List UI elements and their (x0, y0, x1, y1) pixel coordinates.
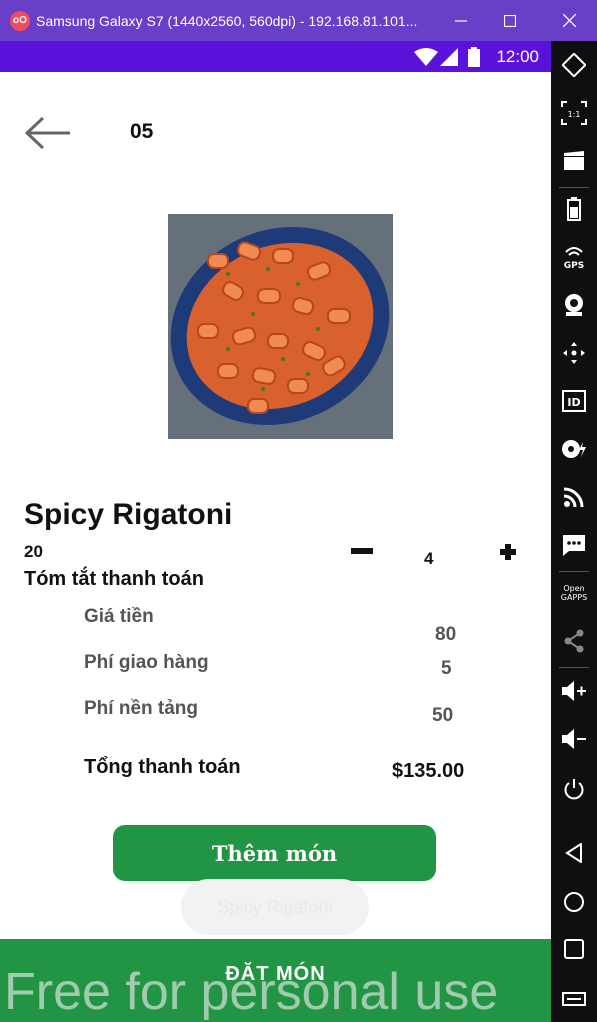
app-logo-icon: oO (10, 10, 30, 31)
volume-up-icon[interactable] (551, 671, 597, 711)
svg-text:ID: ID (567, 396, 580, 409)
wifi-icon (414, 48, 438, 66)
total-label: Tổng thanh toán (84, 756, 241, 778)
status-bar: 12:00 (0, 41, 551, 72)
volume-down-icon[interactable] (551, 719, 597, 759)
toast-message: Spicy Rigatoni (181, 879, 369, 935)
opengapps-icon[interactable]: Open GAPPS (551, 573, 597, 613)
quantity-value: 4 (424, 549, 434, 568)
app-screen: 05 Spicy Rigatoni 20 4 Tóm tắt thanh toá… (0, 72, 551, 1022)
video-icon[interactable] (551, 141, 597, 181)
toolbar-divider (559, 667, 589, 668)
back-arrow-icon[interactable] (24, 116, 72, 155)
maximize-icon[interactable] (487, 0, 533, 41)
share-icon[interactable] (551, 621, 597, 661)
move-icon[interactable] (551, 333, 597, 373)
fullscreen-icon[interactable]: 1:1 (551, 93, 597, 133)
toolbar-divider (559, 571, 589, 572)
window-title: Samsung Galaxy S7 (1440x2560, 560dpi) - … (36, 12, 418, 29)
summary-title: Tóm tắt thanh toán (24, 568, 204, 590)
disk-icon[interactable] (551, 429, 597, 469)
signal-icon (440, 48, 458, 66)
svg-text:1:1: 1:1 (568, 110, 581, 119)
id-icon[interactable]: ID (551, 381, 597, 421)
rotate-icon[interactable] (551, 45, 597, 85)
minus-icon[interactable] (351, 548, 373, 554)
gps-icon[interactable]: GPS (551, 237, 597, 277)
food-image (168, 214, 393, 439)
back-icon[interactable] (551, 833, 597, 873)
close-icon[interactable] (546, 0, 592, 41)
platform-fee-label: Phí nền tảng (84, 698, 198, 719)
delivery-fee-value: 5 (441, 658, 452, 679)
svg-text:GPS: GPS (564, 261, 584, 270)
minimize-icon[interactable] (438, 0, 484, 41)
battery-icon[interactable] (551, 189, 597, 229)
table-number: 05 (130, 120, 154, 143)
watermark-text: Free for personal use (4, 963, 499, 1021)
platform-fee-value: 50 (432, 705, 454, 726)
food-price: 20 (24, 542, 43, 561)
sms-icon[interactable] (551, 525, 597, 565)
price-label: Giá tiền (84, 606, 154, 627)
battery-status-icon (468, 47, 480, 67)
food-name: Spicy Rigatoni (24, 498, 233, 531)
add-item-button[interactable]: Thêm món (113, 825, 436, 881)
delivery-fee-label: Phí giao hàng (84, 652, 209, 673)
emulator-toolbar: 1:1 GPS ID Open GAPPS (551, 41, 597, 1022)
power-icon[interactable] (551, 769, 597, 809)
home-icon[interactable] (551, 882, 597, 922)
camera-icon[interactable] (551, 285, 597, 325)
total-value: $135.00 (392, 760, 465, 782)
price-value: 80 (435, 624, 457, 645)
clock: 12:00 (496, 47, 539, 66)
window-titlebar: oO Samsung Galaxy S7 (1440x2560, 560dpi)… (0, 0, 597, 41)
rss-icon[interactable] (551, 477, 597, 517)
toolbar-divider (559, 187, 589, 188)
plus-icon[interactable] (500, 544, 516, 560)
